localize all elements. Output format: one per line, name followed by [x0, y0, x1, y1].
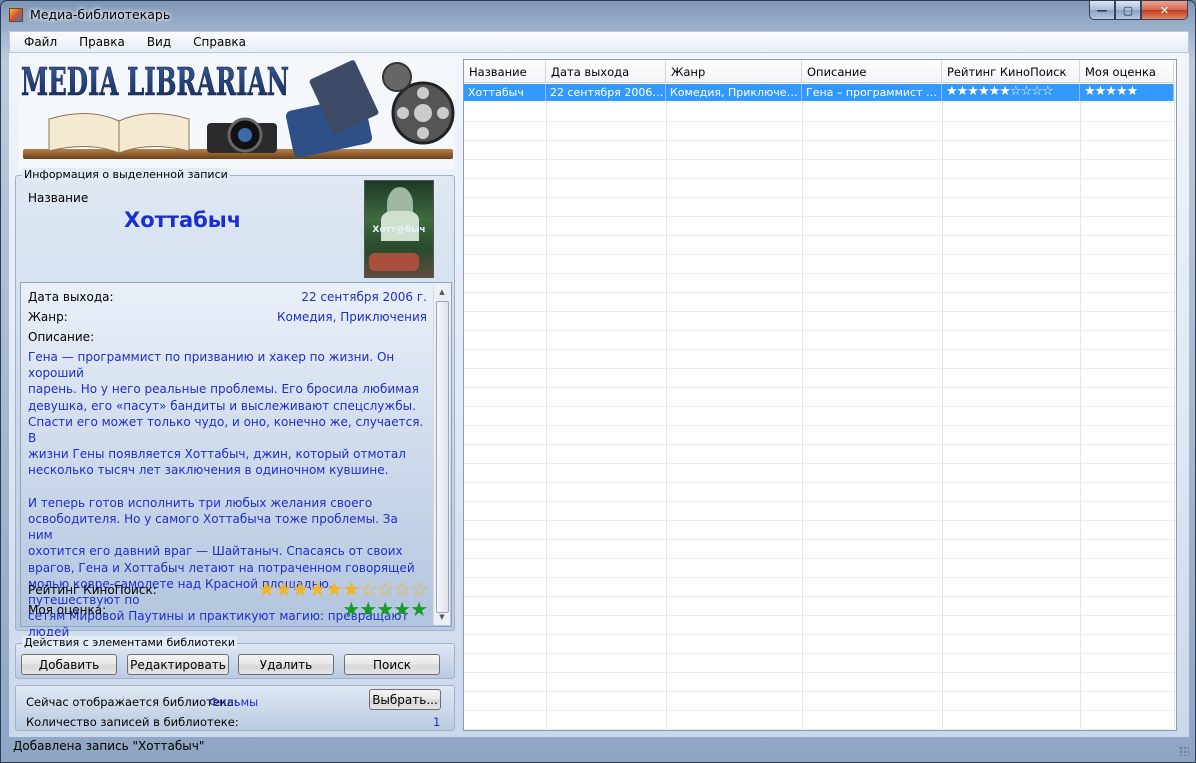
star-filled-icon: ★ — [325, 577, 343, 601]
grid-col-divider — [942, 82, 943, 730]
genre-value: Комедия, Приключения — [276, 310, 427, 324]
grid-col-divider — [666, 82, 667, 730]
release-row: Дата выхода: 22 сентября 2006 г. — [28, 290, 427, 308]
add-button[interactable]: Добавить — [21, 654, 117, 675]
main-window: Медиа-библиотекарь — ▢ ✕ Файл Правка Вид… — [0, 0, 1196, 763]
description-label: Описание: — [28, 330, 95, 344]
cell-name[interactable]: Хоттабыч — [464, 84, 546, 101]
column-header-genre[interactable]: Жанр — [666, 60, 802, 82]
name-label: Название — [28, 191, 89, 205]
actions-group: Действия с элементами библиотеки Добавит… — [15, 636, 455, 679]
menu-help[interactable]: Справка — [179, 35, 254, 49]
scroll-up-icon[interactable]: ▲ — [434, 284, 450, 300]
maximize-icon: ▢ — [1122, 3, 1134, 17]
kp-rating-stars: ★★★★★★☆☆☆☆ — [257, 577, 428, 601]
menu-edit[interactable]: Правка — [65, 35, 133, 49]
library-group: Сейчас отображается библиотека: Фильмы В… — [15, 685, 455, 731]
movie-title: Хоттабыч — [124, 208, 242, 232]
grid-empty-area — [464, 102, 1176, 730]
search-button[interactable]: Поиск — [344, 654, 440, 675]
column-header-release[interactable]: Дата выхода — [546, 60, 666, 82]
maximize-button[interactable]: ▢ — [1115, 1, 1141, 20]
menu-bar: Файл Правка Вид Справка — [9, 31, 1189, 53]
left-panel: MEDIA LIBRARIAN Информация о выделенной … — [15, 57, 455, 733]
resize-grip-icon[interactable] — [1179, 746, 1189, 756]
library-grid[interactable]: Название Дата выхода Жанр Описание Рейти… — [463, 59, 1177, 731]
info-group: Информация о выделенной записи Название … — [15, 168, 455, 656]
grid-col-divider — [1174, 82, 1175, 730]
info-group-title: Информация о выделенной записи — [22, 168, 230, 181]
poster-image: Хотт@быч — [364, 180, 434, 278]
record-count-label: Количество записей в библиотеке: — [26, 715, 239, 729]
star-filled-icon: ★ — [342, 597, 360, 621]
cell-release[interactable]: 22 сентября 2006 г. — [546, 84, 666, 101]
minimize-icon: — — [1096, 3, 1108, 17]
my-rating-row: Моя оценка: ★★★★★ — [28, 599, 428, 621]
genre-label: Жанр: — [28, 310, 68, 324]
delete-button[interactable]: Удалить — [238, 654, 334, 675]
star-filled-icon: ★ — [410, 597, 428, 621]
minimize-button[interactable]: — — [1089, 1, 1115, 20]
desc-label-row: Описание: — [28, 330, 427, 348]
grid-col-divider — [802, 82, 803, 730]
record-count-value: 1 — [433, 715, 441, 729]
current-library-value: Фильмы — [209, 695, 259, 709]
grid-col-divider — [1080, 82, 1081, 730]
star-filled-icon: ★ — [376, 597, 394, 621]
cell-kp-rating[interactable]: ★★★★★★☆☆☆☆ — [942, 84, 1080, 101]
status-bar-text: Добавлена запись "Хоттабыч" — [13, 739, 205, 753]
banner-title: MEDIA LIBRARIAN — [21, 59, 289, 104]
star-filled-icon: ★ — [393, 597, 411, 621]
release-value: 22 сентября 2006 г. — [301, 290, 427, 304]
column-header-kp-rating[interactable]: Рейтинг КиноПоиск — [942, 60, 1080, 82]
column-header-my-rating[interactable]: Моя оценка — [1080, 60, 1174, 82]
star-filled-icon: ★ — [359, 597, 377, 621]
current-library-label: Сейчас отображается библиотека: — [26, 695, 238, 709]
cell-my-rating[interactable]: ★★★★★ — [1080, 84, 1174, 101]
cell-description[interactable]: Гена – программист по... — [802, 84, 942, 101]
details-panel[interactable]: Дата выхода: 22 сентября 2006 г. Жанр: К… — [20, 282, 452, 656]
grid-header: Название Дата выхода Жанр Описание Рейти… — [464, 60, 1174, 83]
close-icon: ✕ — [1159, 3, 1170, 17]
genre-row: Жанр: Комедия, Приключения — [28, 310, 427, 328]
star-filled-icon: ★ — [291, 577, 310, 601]
actions-group-title: Действия с элементами библиотеки — [22, 636, 238, 649]
window-title: Медиа-библиотекарь — [30, 7, 171, 22]
choose-library-button[interactable]: Выбрать... — [369, 689, 441, 710]
my-rating-stars: ★★★★★ — [342, 597, 428, 621]
menu-view[interactable]: Вид — [133, 35, 179, 49]
poster-caption: Хотт@быч — [372, 225, 426, 235]
poster-car — [369, 253, 419, 271]
column-header-name[interactable]: Название — [464, 60, 546, 82]
release-label: Дата выхода: — [28, 290, 114, 304]
star-filled-icon: ★ — [308, 577, 326, 601]
star-filled-icon: ★ — [274, 577, 293, 601]
table-row[interactable]: Хоттабыч 22 сентября 2006 г. Комедия, Пр… — [464, 84, 1174, 101]
scroll-thumb[interactable] — [436, 301, 449, 613]
kp-rating-label: Рейтинг КиноПоиск: — [28, 583, 157, 597]
menu-file[interactable]: Файл — [10, 35, 65, 49]
details-scrollbar[interactable]: ▲ ▼ — [433, 284, 450, 625]
edit-button[interactable]: Редактировать — [127, 654, 229, 675]
app-icon — [9, 8, 23, 22]
grid-col-divider — [546, 82, 547, 730]
client-area: MEDIA LIBRARIAN Информация о выделенной … — [9, 53, 1189, 737]
close-button[interactable]: ✕ — [1141, 1, 1188, 20]
cell-genre[interactable]: Комедия, Приключения — [666, 84, 802, 101]
title-bar[interactable]: Медиа-библиотекарь — ▢ ✕ — [1, 1, 1195, 29]
star-filled-icon: ★ — [257, 577, 276, 601]
scroll-down-icon[interactable]: ▼ — [434, 609, 450, 625]
column-header-description[interactable]: Описание — [802, 60, 942, 82]
my-rating-label: Моя оценка: — [28, 603, 107, 617]
banner-logo: MEDIA LIBRARIAN — [19, 57, 455, 169]
